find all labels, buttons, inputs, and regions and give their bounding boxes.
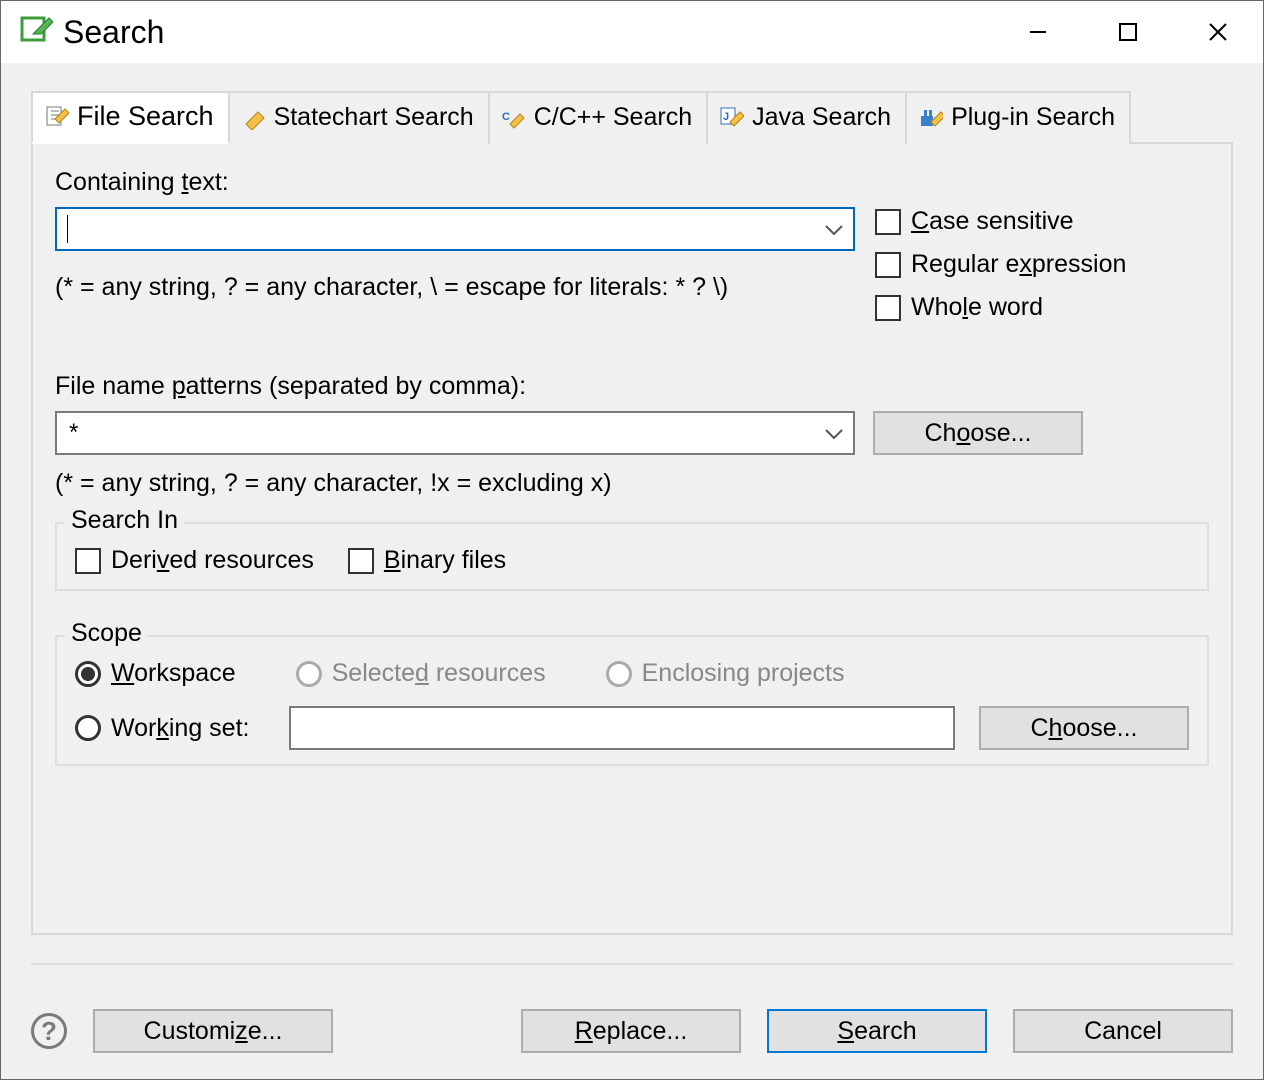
separator bbox=[31, 963, 1233, 965]
tab-label: Plug-in Search bbox=[951, 103, 1115, 132]
window-title: Search bbox=[63, 14, 164, 51]
filename-patterns-label: File name patterns (separated by comma): bbox=[55, 372, 1209, 401]
c-cpp-search-icon: C bbox=[502, 106, 526, 130]
case-sensitive-checkbox[interactable]: Case sensitive bbox=[875, 207, 1126, 236]
search-in-title: Search In bbox=[65, 506, 184, 535]
filename-patterns-hint: (* = any string, ? = any character, !x =… bbox=[55, 469, 1209, 498]
scope-enclosing-projects-radio[interactable]: Enclosing projects bbox=[606, 659, 845, 688]
tab-bar: File Search Statechart Search C C/C++ Se… bbox=[31, 89, 1233, 142]
tab-c-cpp-search[interactable]: C C/C++ Search bbox=[488, 91, 708, 144]
derived-resources-checkbox[interactable]: Derived resources bbox=[75, 546, 314, 575]
minimize-button[interactable] bbox=[993, 2, 1083, 62]
search-app-icon bbox=[19, 12, 53, 53]
binary-files-checkbox[interactable]: Binary files bbox=[348, 546, 506, 575]
filename-patterns-field[interactable] bbox=[67, 418, 825, 448]
scope-workspace-radio[interactable]: Workspace bbox=[75, 659, 236, 688]
filename-patterns-input[interactable] bbox=[55, 411, 855, 455]
containing-text-hint: (* = any string, ? = any character, \ = … bbox=[55, 273, 855, 302]
tab-label: C/C++ Search bbox=[534, 103, 692, 132]
containing-text-input[interactable] bbox=[55, 207, 855, 251]
scope-selected-resources-radio[interactable]: Selected resources bbox=[296, 659, 546, 688]
scope-title: Scope bbox=[65, 619, 148, 648]
tab-label: File Search bbox=[77, 101, 214, 132]
close-button[interactable] bbox=[1173, 2, 1263, 62]
statechart-search-icon bbox=[242, 106, 266, 130]
titlebar: Search bbox=[1, 1, 1263, 63]
containing-text-label: Containing text: bbox=[55, 168, 1209, 197]
chevron-down-icon[interactable] bbox=[825, 419, 843, 447]
footer: ? Customize... Replace... Search Cancel bbox=[31, 1009, 1233, 1053]
tab-plugin-search[interactable]: Plug-in Search bbox=[905, 91, 1131, 144]
search-in-group: Search In Derived resources Binary files bbox=[55, 522, 1209, 591]
scope-group: Scope Workspace Selected resources Enclo… bbox=[55, 635, 1209, 766]
chevron-down-icon[interactable] bbox=[825, 215, 843, 243]
scope-working-set-radio[interactable]: Working set: bbox=[75, 714, 265, 743]
dialog-panel: File Search Statechart Search C C/C++ Se… bbox=[1, 63, 1263, 1079]
file-search-icon bbox=[45, 105, 69, 129]
search-button[interactable]: Search bbox=[767, 1009, 987, 1053]
whole-word-checkbox[interactable]: Whole word bbox=[875, 293, 1126, 322]
tab-statechart-search[interactable]: Statechart Search bbox=[228, 91, 490, 144]
plugin-search-icon bbox=[919, 106, 943, 130]
java-search-icon: J bbox=[720, 106, 744, 130]
tab-page: Containing text: (* = any string, ? = an… bbox=[31, 142, 1233, 935]
tab-label: Java Search bbox=[752, 103, 891, 132]
maximize-button[interactable] bbox=[1083, 2, 1173, 62]
tab-java-search[interactable]: J Java Search bbox=[706, 91, 907, 144]
containing-text-field[interactable] bbox=[72, 214, 825, 244]
regex-checkbox[interactable]: Regular expression bbox=[875, 250, 1126, 279]
tab-label: Statechart Search bbox=[274, 103, 474, 132]
tab-file-search[interactable]: File Search bbox=[31, 91, 230, 144]
svg-text:C: C bbox=[502, 111, 510, 123]
choose-filetypes-button[interactable]: Choose... bbox=[873, 411, 1083, 455]
choose-working-set-button[interactable]: Choose... bbox=[979, 706, 1189, 750]
cancel-button[interactable]: Cancel bbox=[1013, 1009, 1233, 1053]
customize-button[interactable]: Customize... bbox=[93, 1009, 333, 1053]
working-set-input[interactable] bbox=[289, 706, 955, 750]
replace-button[interactable]: Replace... bbox=[521, 1009, 741, 1053]
svg-text:J: J bbox=[723, 111, 729, 123]
help-icon[interactable]: ? bbox=[31, 1013, 67, 1049]
